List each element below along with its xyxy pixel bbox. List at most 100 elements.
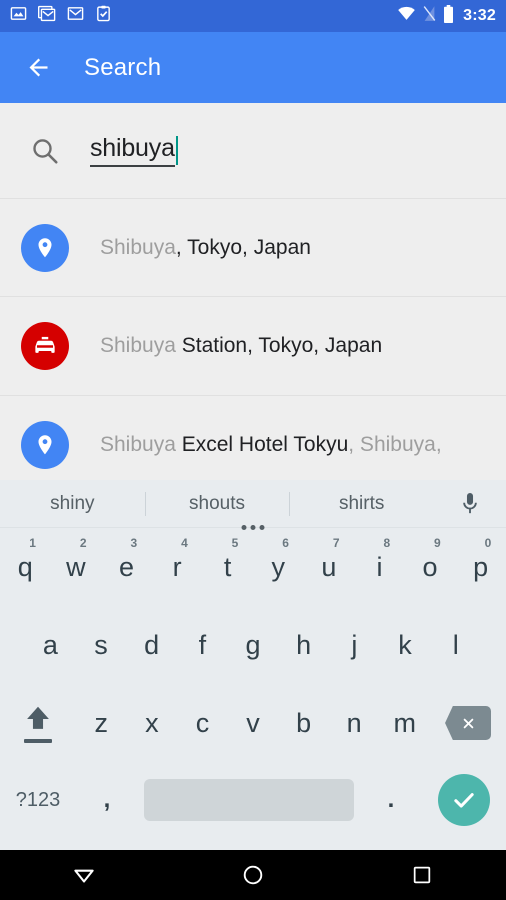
- key-d[interactable]: d: [126, 606, 177, 684]
- space-key[interactable]: [138, 762, 360, 838]
- key-r[interactable]: 4r: [152, 528, 203, 606]
- keyboard-suggestion-strip: shiny shouts shirts: [0, 480, 506, 528]
- period-key[interactable]: .: [360, 762, 422, 838]
- search-input[interactable]: shibuya: [90, 134, 178, 167]
- battery-icon: [443, 5, 454, 28]
- photo-icon: [10, 5, 27, 27]
- key-o[interactable]: 9o: [405, 528, 456, 606]
- key-x[interactable]: x: [127, 684, 178, 762]
- key-hint-number: 3: [130, 536, 137, 550]
- key-h[interactable]: h: [278, 606, 329, 684]
- suggestion-matched-text: Shibuya: [100, 433, 182, 456]
- key-e[interactable]: 3e: [101, 528, 152, 606]
- key-j[interactable]: j: [329, 606, 380, 684]
- map-pin-icon: [21, 224, 69, 272]
- key-b[interactable]: b: [278, 684, 329, 762]
- key-label: q: [18, 554, 33, 581]
- key-q[interactable]: 1q: [0, 528, 51, 606]
- search-suggestion-list: Shibuya, Tokyo, Japan Shibuya Station, T…: [0, 198, 506, 495]
- nav-back-button[interactable]: [34, 850, 134, 900]
- key-label: w: [66, 554, 86, 581]
- app-bar: Search: [0, 32, 506, 103]
- key-c[interactable]: c: [177, 684, 228, 762]
- key-label: s: [94, 632, 108, 659]
- key-a[interactable]: a: [25, 606, 76, 684]
- suggestion-matched-text: Shibuya: [100, 236, 176, 259]
- key-f[interactable]: f: [177, 606, 228, 684]
- status-bar: 3:32: [0, 0, 506, 32]
- suggestion-text: Shibuya Excel Hotel Tokyu, Shibuya,: [100, 432, 442, 457]
- enter-key[interactable]: [422, 762, 506, 838]
- key-label: v: [246, 710, 260, 737]
- suggestion-tail-text: , Shibuya,: [348, 433, 441, 456]
- keyboard-suggestion-3[interactable]: shirts: [289, 493, 434, 515]
- backspace-key[interactable]: [430, 684, 506, 762]
- keyboard-row-4: ?123 , .: [0, 762, 506, 838]
- gmail-icon: [67, 5, 84, 27]
- key-n[interactable]: n: [329, 684, 380, 762]
- suggestion-rest-text: Station, Tokyo, Japan: [182, 334, 382, 357]
- nav-recents-button[interactable]: [372, 850, 472, 900]
- key-hint-number: 1: [29, 536, 36, 550]
- signal-off-icon: [423, 5, 436, 27]
- key-g[interactable]: g: [228, 606, 279, 684]
- key-hint-number: 9: [434, 536, 441, 550]
- key-hint-number: 2: [80, 536, 87, 550]
- key-label: m: [394, 710, 417, 737]
- nav-home-circle-icon: [241, 863, 265, 887]
- on-screen-keyboard: shiny shouts shirts 1q 2w 3e 4r 5t 6y 7u…: [0, 480, 506, 850]
- key-label: x: [145, 710, 159, 737]
- key-k[interactable]: k: [380, 606, 431, 684]
- back-button[interactable]: [10, 40, 66, 96]
- spacebar-surface: [144, 779, 354, 821]
- key-label: d: [144, 632, 159, 659]
- shift-icon: [21, 704, 55, 743]
- key-label: k: [398, 632, 412, 659]
- keyboard-suggestion-2[interactable]: shouts: [145, 493, 290, 515]
- key-t[interactable]: 5t: [202, 528, 253, 606]
- key-w[interactable]: 2w: [51, 528, 102, 606]
- keyboard-row-2: a s d f g h j k l: [0, 606, 506, 684]
- symbols-key[interactable]: ?123: [0, 762, 76, 838]
- key-hint-number: 6: [282, 536, 289, 550]
- keyboard-row-3: z x c v b n m: [0, 684, 506, 762]
- key-label: g: [246, 632, 261, 659]
- microphone-icon[interactable]: [434, 491, 506, 517]
- key-label: .: [388, 788, 395, 812]
- suggestion-row-1[interactable]: Shibuya, Tokyo, Japan: [0, 198, 506, 297]
- suggestion-text: Shibuya, Tokyo, Japan: [100, 235, 311, 260]
- back-arrow-icon: [25, 54, 52, 81]
- key-label: ,: [104, 788, 111, 812]
- suggestion-rest-text: , Tokyo, Japan: [176, 236, 311, 259]
- nav-recents-square-icon: [411, 864, 433, 886]
- android-screen: 3:32 Search shibuya: [0, 0, 506, 900]
- key-label: h: [296, 632, 311, 659]
- key-hint-number: 4: [181, 536, 188, 550]
- suggestion-row-2[interactable]: Shibuya Station, Tokyo, Japan: [0, 297, 506, 396]
- nav-home-button[interactable]: [203, 850, 303, 900]
- status-clock: 3:32: [463, 7, 496, 25]
- keyboard-row-1: 1q 2w 3e 4r 5t 6y 7u 8i 9o 0p: [0, 528, 506, 606]
- key-s[interactable]: s: [76, 606, 127, 684]
- taxi-icon: [21, 322, 69, 370]
- keyboard-suggestion-1[interactable]: shiny: [0, 493, 145, 515]
- comma-key[interactable]: ,: [76, 762, 138, 838]
- key-label: l: [453, 632, 459, 659]
- search-bar: shibuya: [0, 103, 506, 198]
- key-label: b: [296, 710, 311, 737]
- key-label: t: [224, 554, 232, 581]
- shift-key[interactable]: [0, 684, 76, 762]
- key-v[interactable]: v: [228, 684, 279, 762]
- key-hint-number: 0: [485, 536, 492, 550]
- key-u[interactable]: 7u: [304, 528, 355, 606]
- key-label: u: [321, 554, 336, 581]
- key-l[interactable]: l: [430, 606, 481, 684]
- key-z[interactable]: z: [76, 684, 127, 762]
- key-i[interactable]: 8i: [354, 528, 405, 606]
- status-system-icons: 3:32: [397, 5, 496, 28]
- key-p[interactable]: 0p: [455, 528, 506, 606]
- key-m[interactable]: m: [379, 684, 430, 762]
- suggestion-rest-text: Excel Hotel Tokyu: [182, 433, 349, 456]
- key-y[interactable]: 6y: [253, 528, 304, 606]
- gmail-stack-icon: [38, 5, 56, 27]
